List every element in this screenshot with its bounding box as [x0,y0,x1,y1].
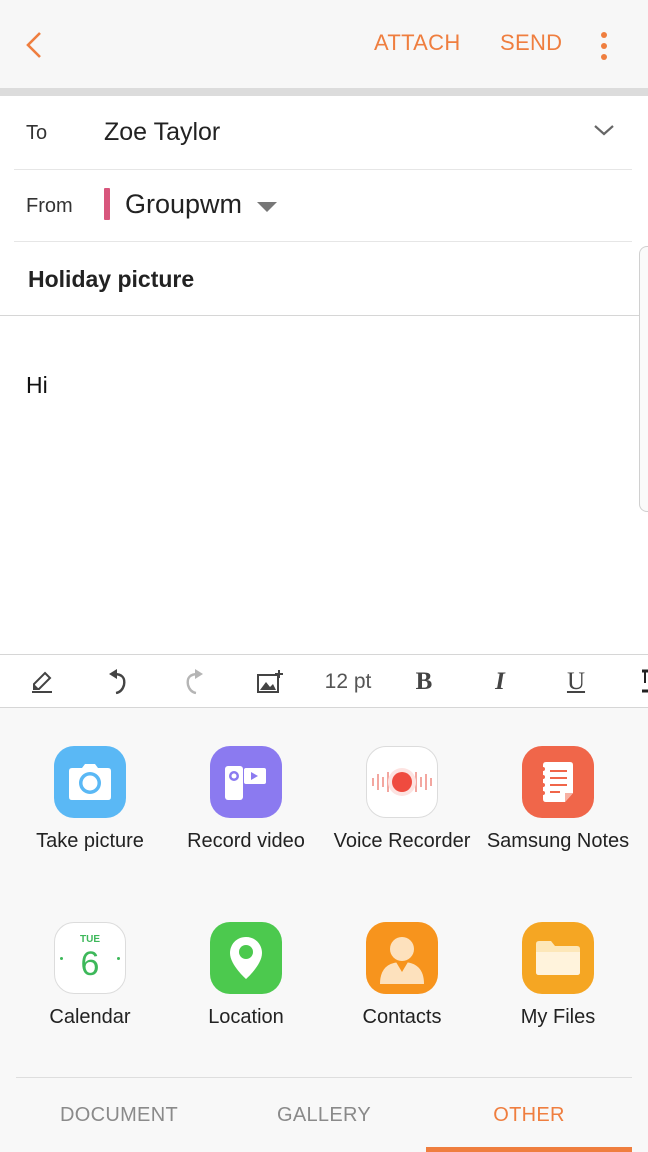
active-tab-indicator [426,1147,632,1152]
formatting-toolbar: 12 pt B I U [0,654,648,708]
to-row: To Zoe Taylor [14,96,632,170]
app-bar-divider [0,88,648,96]
location-pin-icon [210,922,282,994]
send-button[interactable]: SEND [500,30,562,56]
from-label: From [26,195,73,217]
text-format-icon [642,669,648,693]
record-video-option[interactable]: Record video [168,746,324,853]
insert-image-button[interactable] [248,655,292,709]
attach-tabs: DOCUMENT GALLERY OTHER [16,1077,632,1152]
folder-icon [522,922,594,994]
app-label: Contacts [362,1006,442,1028]
app-label: Location [208,1006,284,1028]
app-label: My Files [520,1006,596,1028]
from-account[interactable]: Groupwm [125,189,242,220]
edge-panel-handle[interactable] [639,246,648,512]
calendar-icon: TUE 6 [54,922,126,994]
subject-field[interactable]: Holiday picture [28,266,194,293]
italic-button[interactable]: I [478,655,522,709]
video-camera-icon [210,746,282,818]
voice-recorder-option[interactable]: Voice Recorder [324,746,480,853]
tab-other[interactable]: OTHER [426,1078,632,1152]
subject-row: Holiday picture [0,242,648,316]
calendar-dot [60,957,63,960]
redo-icon [186,669,203,695]
clear-format-button[interactable] [20,655,64,709]
app-label: Calendar [49,1006,131,1028]
redo-button[interactable] [172,655,216,709]
microphone-icon [366,746,438,818]
font-size-selector[interactable]: 12 pt [316,655,380,709]
notes-icon [522,746,594,818]
tab-gallery[interactable]: GALLERY [222,1078,426,1152]
samsung-notes-option[interactable]: Samsung Notes [480,746,636,853]
bold-button[interactable]: B [402,655,446,709]
strikethrough-button-partial[interactable] [636,655,648,709]
attach-button[interactable]: ATTACH [374,30,461,56]
to-recipient[interactable]: Zoe Taylor [104,118,220,147]
eraser-pen-icon [32,671,52,693]
app-label: Record video [187,830,305,852]
calendar-option[interactable]: TUE 6 Calendar [12,922,168,1029]
calendar-dot [117,957,120,960]
app-label: Take picture [36,830,144,852]
calendar-date: 6 [80,945,100,983]
from-row: From Groupwm [14,170,632,242]
app-bar: ATTACH SEND [0,0,648,88]
chevron-down-icon[interactable] [592,122,616,138]
location-option[interactable]: Location [168,922,324,1029]
contact-icon [366,922,438,994]
more-options-button[interactable] [592,26,616,66]
take-picture-option[interactable]: Take picture [12,746,168,853]
back-button[interactable] [14,22,54,68]
image-add-icon [257,670,283,693]
undo-button[interactable] [96,655,140,709]
to-label: To [26,122,48,144]
app-label: Voice Recorder [333,830,471,852]
camera-icon [54,746,126,818]
app-label: Samsung Notes [486,830,630,852]
account-color-indicator [104,188,110,220]
dropdown-caret-icon[interactable] [256,201,278,213]
underline-button[interactable]: U [554,655,598,709]
contacts-option[interactable]: Contacts [324,922,480,1029]
chevron-left-icon [26,32,41,58]
undo-icon [109,669,126,695]
my-files-option[interactable]: My Files [480,922,636,1029]
message-body[interactable]: Hi [26,372,48,399]
more-vertical-icon [601,32,607,60]
tab-document[interactable]: DOCUMENT [16,1078,222,1152]
